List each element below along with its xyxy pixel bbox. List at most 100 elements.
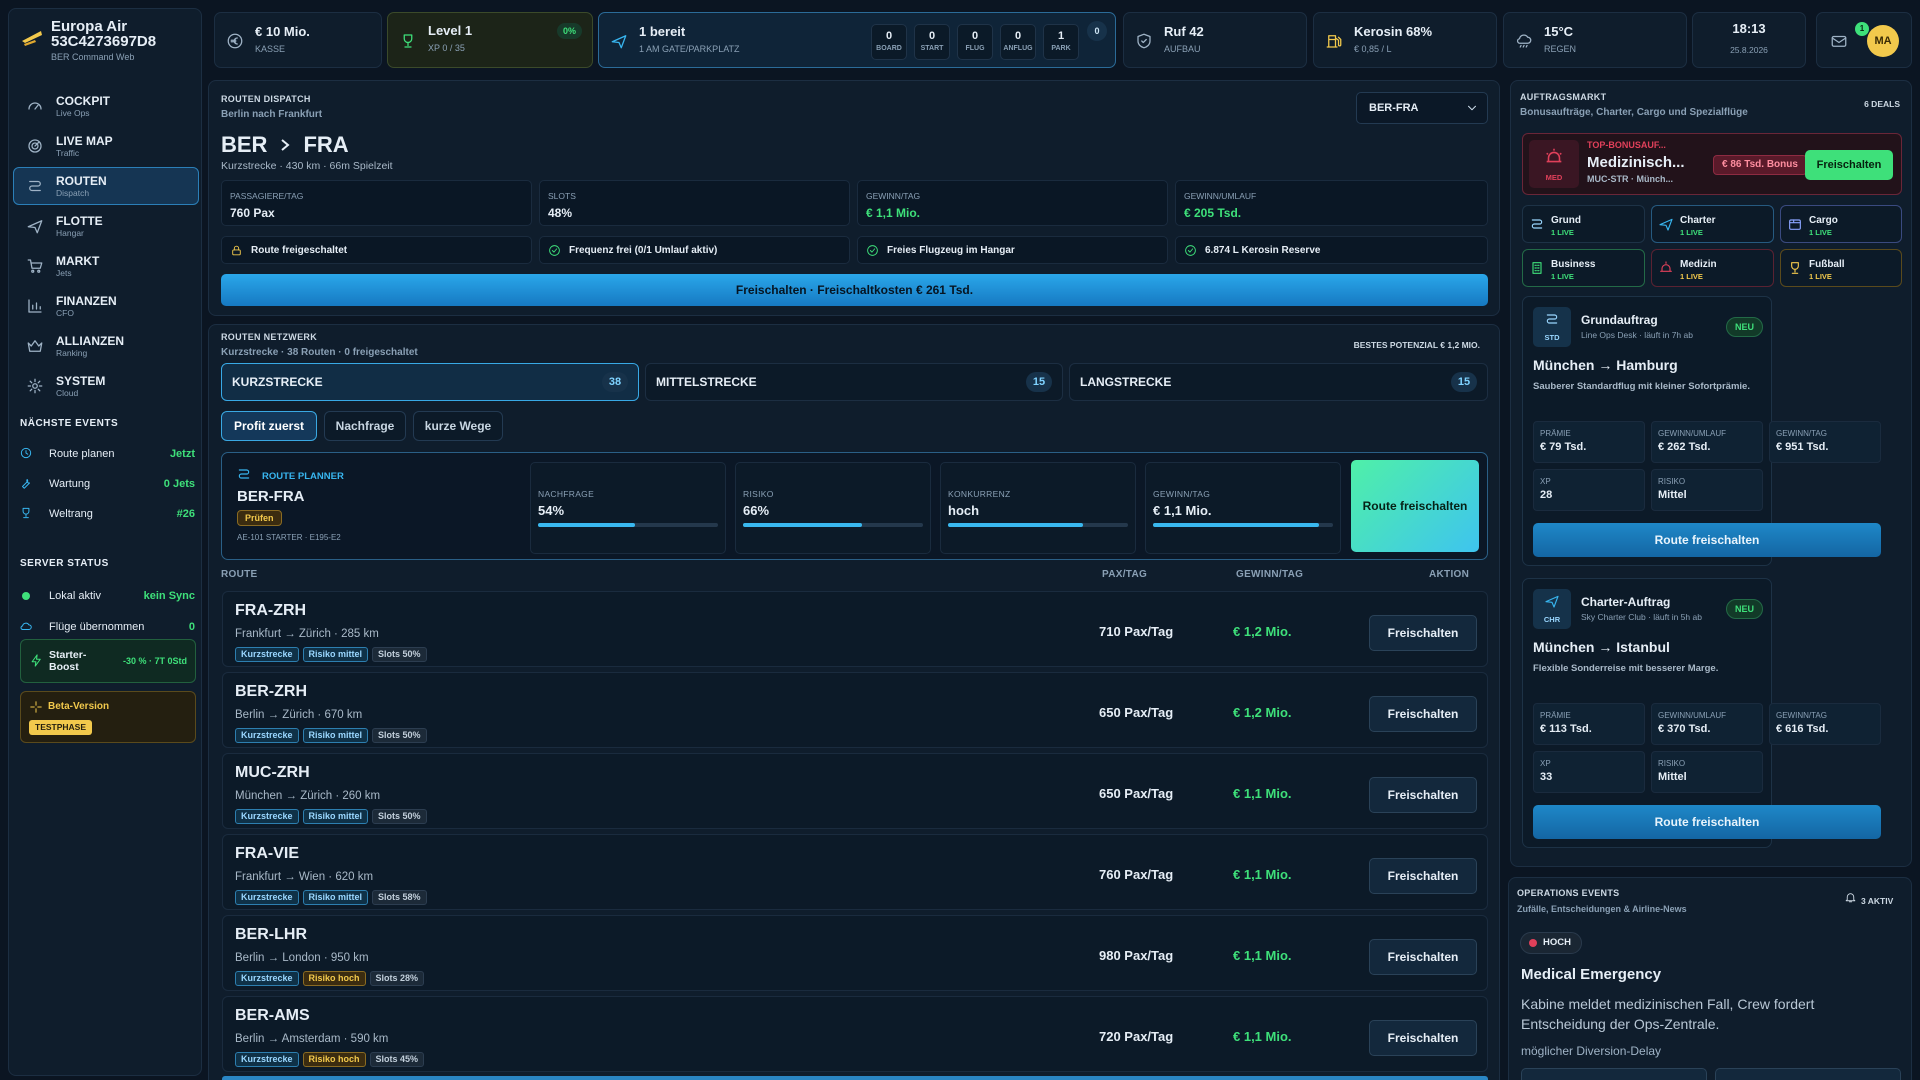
category-grund[interactable]: Grund 1 LIVE [1522,205,1645,243]
main-nav: COCKPIT Live Ops LIVE MAP Traffic ROUTEN Di… [13,87,199,407]
row-code: BER-AMS [235,1007,310,1024]
tab-mittelstrecke[interactable]: MITTELSTRECKE 15 [645,363,1063,401]
tag-slots: Slots 45% [369,1052,425,1067]
server-value: kein Sync [143,590,195,602]
cash-sub: KASSE [255,44,286,54]
event-weltrang[interactable]: Weltrang #26 [19,506,195,522]
nav-item-cockpit[interactable]: COCKPIT Live Ops [13,87,199,125]
filter-nachfrage[interactable]: Nachfrage [324,411,406,441]
category-fussball[interactable]: Fußball 1 LIVE [1780,249,1902,287]
metric-bar [538,523,718,527]
level-stat[interactable]: Level 1 XP 0 / 35 0% [387,12,593,68]
unlock-route-button[interactable]: Freischalten · Freischaltkosten € 261 Ts… [221,274,1488,306]
offer-stat-value: € 616 Tsd. [1776,723,1829,735]
event-wartung[interactable]: Wartung 0 Jets [19,476,195,492]
stage-park: 1 PARK [1043,24,1079,60]
offer-stat: PRÄMIE € 113 Tsd. [1533,703,1645,745]
nav-item-finanzen[interactable]: FINANZEN CFO [13,287,199,325]
fuel-stat[interactable]: Kerosin 68% € 0,85 / L [1313,12,1497,68]
beta-version[interactable]: Beta-Version TESTPHASE [20,691,196,743]
stat-label: GEWINN/TAG [866,191,921,201]
danger-dot-icon [1529,939,1537,947]
planner-badge[interactable]: Prüfen [237,510,282,526]
nav-item-markt[interactable]: MARKT Jets [13,247,199,285]
starter-boost[interactable]: Starter-Boost -30 % · 7T 0Std [20,639,196,683]
level-sub: XP 0 / 35 [428,43,465,53]
nav-item-system[interactable]: SYSTEM Cloud [13,367,199,405]
event-route-planen[interactable]: Route planen Jetzt [19,446,195,462]
offer-unlock-button[interactable]: Route freischalten [1533,805,1881,839]
offer-stat: RISIKO Mittel [1651,469,1763,511]
planner-label: ROUTE PLANNER [262,471,344,482]
top-unlock-button[interactable]: Freischalten [1805,150,1893,180]
row-gain: € 1,1 Mio. [1233,1029,1292,1044]
offer-card-grund: STD Grundauftrag Line Ops Desk · läuft i… [1522,296,1881,566]
filter-kurze-wege[interactable]: kurze Wege [413,411,503,441]
stage-count: 0 [928,30,936,42]
row-code: BER-LHR [235,926,307,943]
check-label: Freies Flugzeug im Hangar [887,244,1015,256]
stage-count: 1 [1057,30,1065,42]
top-tag: TOP-BONUSAUF... [1587,140,1666,150]
row-gain: € 1,1 Mio. [1233,948,1292,963]
nav-item-flotte[interactable]: FLOTTE Hangar [13,207,199,245]
stat-passagiere: PASSAGIERE/TAG 760 Pax [221,180,532,226]
table-row: MUC-ZRH München → Zürich · 260 km Kurzst… [222,753,1488,829]
offer-unlock-button[interactable]: Route freischalten [1533,523,1881,557]
offer-badge-label: STD [1544,333,1560,342]
row-gain: € 1,2 Mio. [1233,624,1292,639]
category-live: 1 LIVE [1680,272,1703,281]
category-charter[interactable]: Charter 1 LIVE [1651,205,1774,243]
fleet-status[interactable]: 1 bereit 1 AM GATE/PARKPLATZ 0 BOARD 0 STA… [598,12,1116,68]
tag-type: Kurzstrecke [235,890,299,905]
nav-item-live-map[interactable]: LIVE MAP Traffic [13,127,199,165]
bell-icon[interactable] [1844,891,1857,904]
row-pax: 710 Pax/Tag [1099,624,1174,639]
avatar[interactable]: MA [1867,25,1899,57]
row-tags: Kurzstrecke Risiko mittel Slots 50% [235,728,427,743]
row-unlock-button[interactable]: Freischalten [1369,858,1477,894]
metric-label: RISIKO [743,489,774,499]
best-potential: BESTES POTENZIAL € 1,2 MIO. [1353,340,1480,350]
cash-stat[interactable]: € 10 Mio. KASSE [214,12,382,68]
crown-icon [27,340,43,352]
filter-profit[interactable]: Profit zuerst [221,411,317,441]
offer-stat: GEWINN/TAG € 616 Tsd. [1769,703,1881,745]
check-label: Route freigeschaltet [251,244,348,256]
stage-label: ANFLUG [1003,45,1033,52]
route-info: Kurzstrecke · 430 km · 66m Spielzeit [221,160,393,172]
row-unlock-button[interactable]: Freischalten [1369,615,1477,651]
category-medizin[interactable]: Medizin 1 LIVE [1651,249,1774,287]
reputation-stat[interactable]: Ruf 42 AUFBAU [1123,12,1307,68]
row-unlock-button[interactable]: Freischalten [1369,1020,1477,1056]
top-bonus: € 86 Tsd. Bonus [1713,155,1807,175]
offer-stat: XP 28 [1533,469,1645,511]
tab-langstrecke[interactable]: LANGSTRECKE 15 [1069,363,1488,401]
row-unlock-button[interactable]: Freischalten [1369,696,1477,732]
event-value: #26 [176,508,195,520]
row-pax: 980 Pax/Tag [1099,948,1174,963]
offer-stat: PRÄMIE € 79 Tsd. [1533,421,1645,463]
tab-kurzstrecke[interactable]: KURZSTRECKE 38 [221,363,639,401]
nav-item-routen[interactable]: ROUTEN Dispatch [13,167,199,205]
mail-icon[interactable] [1830,32,1848,50]
row-unlock-button[interactable]: Freischalten [1369,777,1477,813]
server-lokal: Lokal aktiv kein Sync [19,588,195,604]
row-unlock-button[interactable]: Freischalten [1369,939,1477,975]
planner-unlock-button[interactable]: Route freischalten [1351,460,1479,552]
sidebar: Europa Air 53C4273697D8 BER Command Web … [8,8,202,1076]
offer-sub: Sky Charter Club · läuft in 5h ab [1581,612,1702,622]
nav-label: ALLIANZEN [56,334,124,348]
category-cargo[interactable]: Cargo 1 LIVE [1780,205,1902,243]
check-label: 6.874 L Kerosin Reserve [1205,244,1321,256]
ops-title: OPERATIONS EVENTS [1517,888,1620,898]
route-select[interactable]: BER-FRA [1356,92,1488,124]
ops-option-button[interactable] [1715,1068,1901,1080]
weather-stat[interactable]: 15°C REGEN [1503,12,1687,68]
weather-value: 15°C [1544,24,1574,39]
server-title: SERVER STATUS [20,558,109,569]
category-business[interactable]: Business 1 LIVE [1522,249,1645,287]
col-aktion: AKTION [1429,569,1470,580]
ops-option-button[interactable] [1521,1068,1707,1080]
nav-item-allianzen[interactable]: ALLIANZEN Ranking [13,327,199,365]
